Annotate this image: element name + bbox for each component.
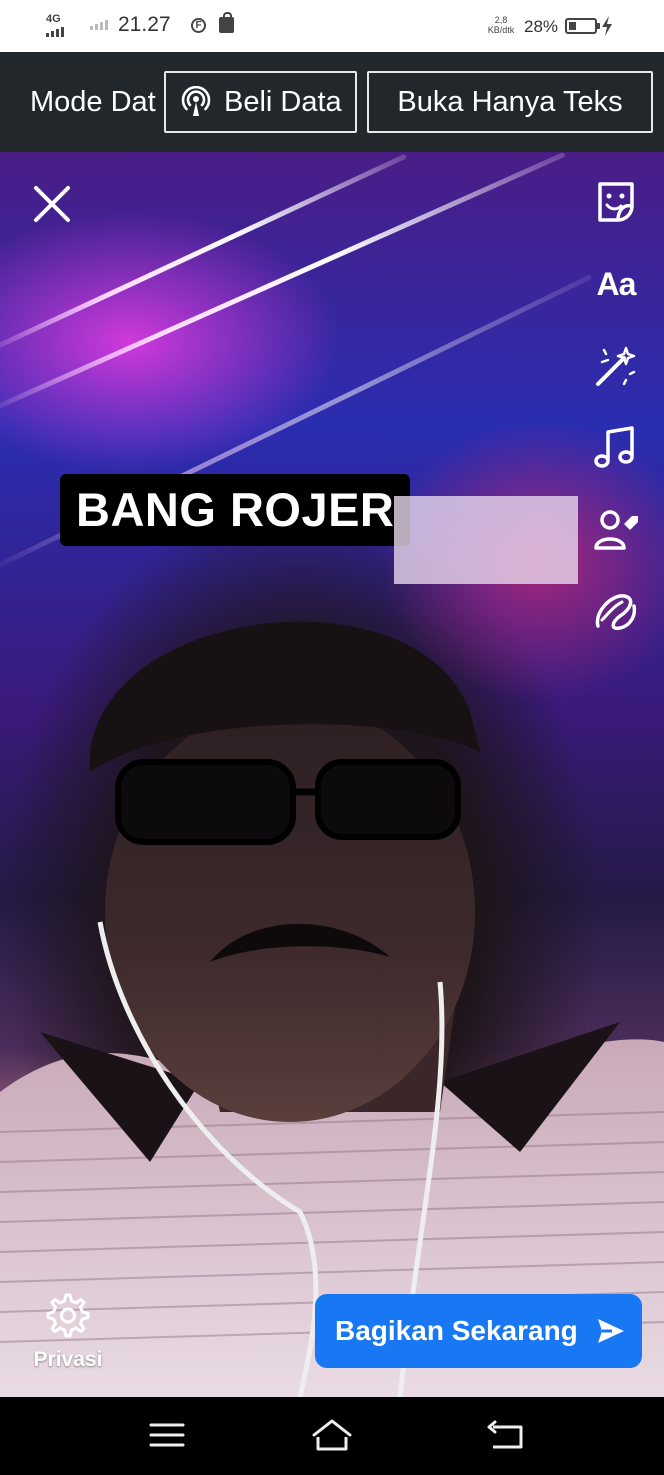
broadcast-icon [181, 86, 211, 116]
privacy-label: Privasi [33, 1348, 103, 1371]
battery-icon [565, 18, 600, 34]
gear-icon [46, 1293, 90, 1338]
signal-sim2-icon [90, 20, 108, 30]
effects-wand-icon[interactable] [590, 340, 642, 392]
navigation-bar [0, 1397, 664, 1475]
home-icon[interactable] [310, 1415, 354, 1455]
shopping-bag-icon [219, 12, 234, 33]
network-type: 4G [46, 13, 61, 25]
text-tool-icon[interactable]: Aa [590, 258, 642, 310]
open-text-only-label: Buka Hanya Teks [397, 86, 623, 118]
open-text-only-button[interactable]: Buka Hanya Teks [367, 71, 653, 133]
facebook-notification-icon: F [191, 18, 206, 33]
menu-icon[interactable] [145, 1415, 189, 1455]
music-note-icon[interactable] [590, 422, 642, 474]
share-now-button[interactable]: Bagikan Sekarang [315, 1294, 642, 1368]
privacy-button[interactable]: Privasi [28, 1292, 108, 1372]
tag-people-icon[interactable] [590, 504, 642, 556]
network-speed: 2,8 KB/dtk [485, 15, 517, 35]
story-photo [0, 621, 664, 1397]
story-tools: Aa [590, 176, 644, 668]
data-mode-label: Mode Dat [30, 86, 156, 118]
clock: 21.27 [118, 13, 171, 36]
text-sticker[interactable]: BANG ROJER [60, 474, 411, 546]
share-now-label: Bagikan Sekarang [335, 1315, 578, 1346]
story-canvas[interactable]: Aa BANG ROJER Privasi Bagikan Sekarang [0, 152, 664, 1397]
charging-bolt-icon [602, 16, 612, 36]
buy-data-label: Beli Data [224, 86, 342, 118]
sticker-icon[interactable] [590, 176, 642, 228]
back-icon[interactable] [485, 1415, 529, 1455]
network-speed-value: 2,8 [494, 15, 508, 25]
doodle-icon[interactable] [590, 586, 642, 638]
data-mode-bar: Mode Dat Beli Data Buka Hanya Teks [0, 52, 664, 152]
image-sticker[interactable] [394, 496, 578, 584]
battery-percent: 28% [524, 17, 559, 36]
network-signal-icon: 4G [46, 14, 80, 38]
buy-data-button[interactable]: Beli Data [164, 71, 357, 133]
network-speed-unit: KB/dtk [487, 25, 515, 35]
close-icon[interactable] [30, 182, 74, 226]
send-icon [598, 1319, 624, 1343]
status-bar: 4G 21.27 F 2,8 KB/dtk 28% [0, 0, 664, 52]
